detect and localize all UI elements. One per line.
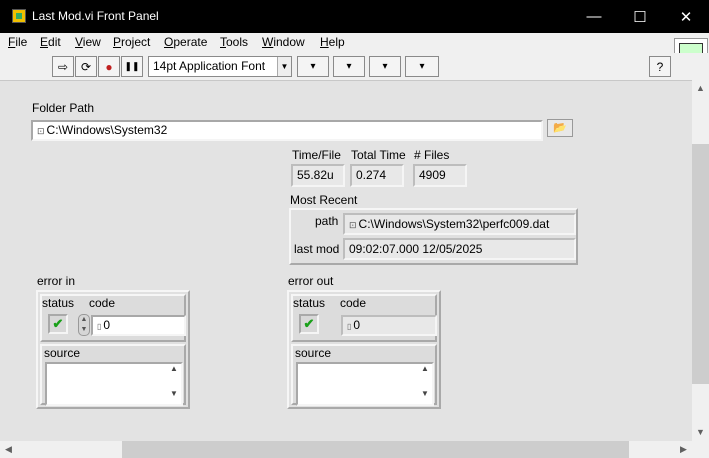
error-in-label: error in <box>37 274 76 288</box>
menu-view[interactable]: View <box>75 35 101 49</box>
reorder-icon[interactable]: ▾ <box>405 56 439 77</box>
total-time-label: Total Time <box>351 148 406 162</box>
scroll-down-icon[interactable]: ▼ <box>418 389 432 398</box>
error-in-code-stepper[interactable]: ▲ ▼ <box>78 314 90 336</box>
error-in-code-value: 0 <box>103 318 111 332</box>
scroll-up-icon[interactable]: ▲ <box>167 364 181 373</box>
horizontal-scroll-thumb[interactable] <box>122 441 629 458</box>
close-button[interactable]: ✕ <box>663 0 709 33</box>
error-out-code-value: 0 <box>353 318 361 332</box>
menu-bar: File Edit View Project Operate Tools Win… <box>0 33 709 53</box>
error-out-status-label: status <box>293 296 326 310</box>
error-out-status-indicator: ✔ <box>299 314 319 334</box>
context-help-icon[interactable]: ? <box>649 56 671 77</box>
scroll-up-icon[interactable]: ▲ <box>418 364 432 373</box>
pause-icon[interactable]: ❚❚ <box>121 56 143 77</box>
font-select-value: 14pt Application Font <box>153 59 266 73</box>
scroll-down-icon[interactable]: ▼ <box>692 424 709 441</box>
most-recent-lastmod-label: last mod <box>294 242 340 256</box>
horizontal-scrollbar[interactable]: ◀ ▶ <box>0 441 692 458</box>
browse-folder-icon[interactable]: 📂 <box>547 119 573 137</box>
folder-path-value: C:\Windows\System32 <box>46 123 168 137</box>
time-per-file-label: Time/File <box>292 148 341 162</box>
error-out-label: error out <box>288 274 334 288</box>
error-out-source-field: ▲ ▼ <box>296 362 434 406</box>
minimize-button[interactable]: — <box>571 0 617 33</box>
window-title: Last Mod.vi Front Panel <box>32 9 159 23</box>
run-arrow-icon[interactable]: ⇨ <box>52 56 74 77</box>
menu-window[interactable]: Window <box>262 35 305 49</box>
scrollbar-corner <box>692 441 709 458</box>
toolbar: ⇨ ⟳ ● ❚❚ 14pt Application Font ▼ ▾ ▾ ▾ ▾… <box>0 53 709 80</box>
align-objects-icon[interactable]: ▾ <box>297 56 329 77</box>
most-recent-path-indicator: ⊡ C:\Windows\System32\perfc009.dat <box>343 213 576 235</box>
error-in-status-checkbox[interactable]: ✔ <box>48 314 68 334</box>
most-recent-path-value: C:\Windows\System32\perfc009.dat <box>358 217 550 231</box>
title-bar: Last Mod.vi Front Panel — ☐ ✕ <box>0 0 709 33</box>
error-in-cluster: status code ✔ ▲ ▼ ▯ 0 source ▲ ▼ <box>36 290 190 409</box>
menu-project[interactable]: Project <box>113 35 150 49</box>
vertical-scrollbar[interactable]: ▲ ▼ <box>692 80 709 441</box>
distribute-objects-icon[interactable]: ▾ <box>333 56 365 77</box>
menu-help[interactable]: Help <box>320 35 345 49</box>
error-in-code-label: code <box>89 296 116 310</box>
error-in-source-label: source <box>44 346 81 360</box>
most-recent-label: Most Recent <box>290 193 358 207</box>
total-time-indicator: 0.274 <box>350 164 404 187</box>
abort-icon[interactable]: ● <box>98 56 120 77</box>
scroll-up-icon[interactable]: ▲ <box>692 80 709 97</box>
menu-edit[interactable]: Edit <box>40 35 61 49</box>
most-recent-lastmod-indicator: 09:02:07.000 12/05/2025 <box>343 238 576 260</box>
menu-tools[interactable]: Tools <box>220 35 248 49</box>
most-recent-cluster: path ⊡ C:\Windows\System32\perfc009.dat l… <box>289 208 578 265</box>
error-in-code-field[interactable]: ▯ 0 <box>91 315 186 336</box>
labview-vi-icon <box>12 9 26 23</box>
folder-path-label: Folder Path <box>32 101 95 115</box>
error-in-status-label: status <box>42 296 75 310</box>
folder-path-control[interactable]: ⊡ C:\Windows\System32 <box>31 120 543 141</box>
time-per-file-indicator: 55.82u <box>291 164 345 187</box>
resize-objects-icon[interactable]: ▾ <box>369 56 401 77</box>
vertical-scroll-thumb[interactable] <box>692 144 709 384</box>
path-icon: ⊡ <box>349 220 357 230</box>
error-in-source-field[interactable]: ▲ ▼ <box>45 362 183 406</box>
font-select[interactable]: 14pt Application Font ▼ <box>148 56 292 77</box>
error-out-code-label: code <box>340 296 367 310</box>
error-out-cluster: status code ✔ ▯ 0 source ▲ ▼ <box>287 290 441 409</box>
most-recent-path-label: path <box>315 214 339 228</box>
num-files-indicator: 4909 <box>413 164 467 187</box>
menu-operate[interactable]: Operate <box>164 35 207 49</box>
maximize-button[interactable]: ☐ <box>617 0 663 33</box>
error-out-source-label: source <box>295 346 332 360</box>
chevron-down-icon: ▼ <box>277 57 291 76</box>
front-panel: Folder Path ⊡ C:\Windows\System32 📂 Time/… <box>0 80 692 441</box>
scroll-right-icon[interactable]: ▶ <box>675 441 692 458</box>
scroll-down-icon[interactable]: ▼ <box>167 389 181 398</box>
menu-file[interactable]: File <box>8 35 27 49</box>
run-continuously-icon[interactable]: ⟳ <box>75 56 97 77</box>
error-out-code-indicator: ▯ 0 <box>341 315 437 336</box>
num-files-label: # Files <box>414 148 450 162</box>
scroll-left-icon[interactable]: ◀ <box>0 441 17 458</box>
path-icon: ⊡ <box>37 126 45 136</box>
